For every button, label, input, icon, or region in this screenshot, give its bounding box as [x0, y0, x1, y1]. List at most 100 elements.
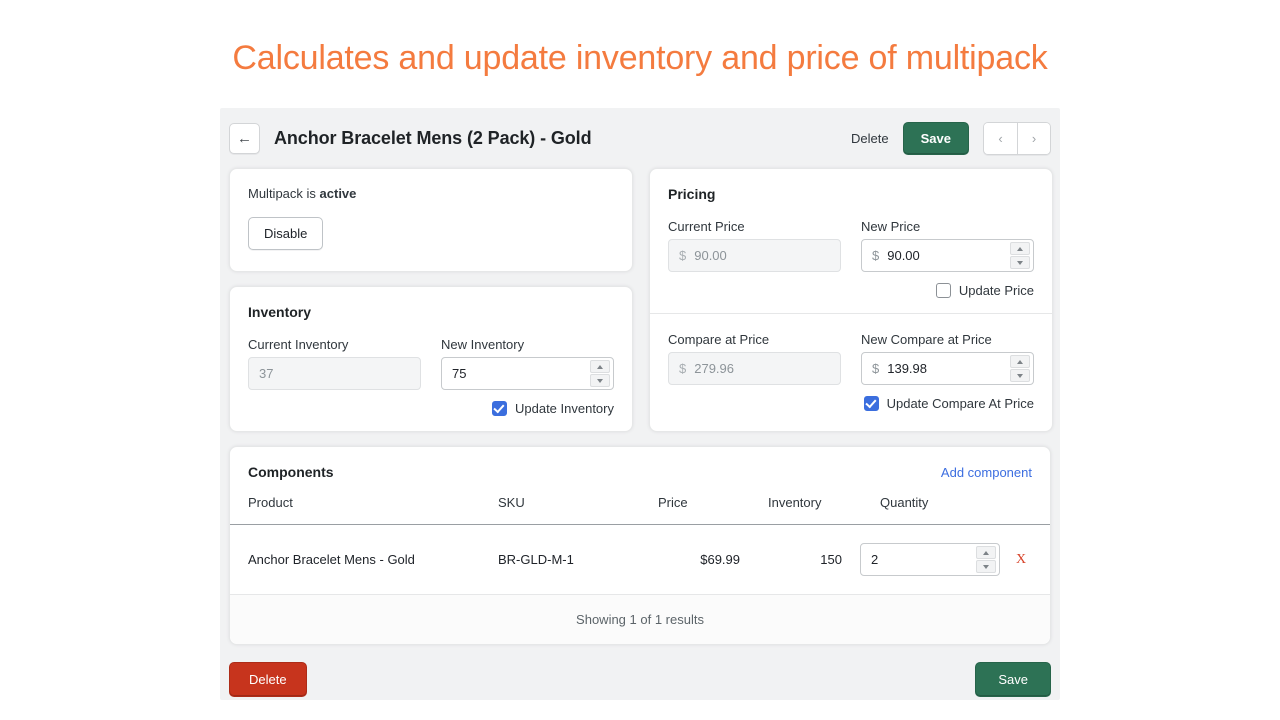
update-compare-at-price-label[interactable]: Update Compare At Price: [887, 396, 1034, 411]
delete-link-button[interactable]: Delete: [851, 131, 889, 146]
new-price-value: 90.00: [887, 248, 1007, 263]
compare-at-price-input: $ 279.96: [668, 352, 841, 385]
multipack-status-text: Multipack is active: [248, 186, 614, 201]
update-compare-at-price-checkbox-row: Update Compare At Price: [668, 396, 1034, 411]
multipack-status-card: Multipack is active Disable: [229, 168, 633, 272]
new-inventory-stepper: [590, 360, 610, 387]
left-column: Multipack is active Disable Inventory Cu…: [229, 168, 633, 432]
inventory-card: Inventory Current Inventory 37 New Inven…: [229, 286, 633, 432]
new-inventory-label: New Inventory: [441, 337, 614, 352]
update-price-checkbox-row: Update Price: [668, 283, 1034, 298]
pricing-section-compare: Compare at Price $ 279.96 New Compare at…: [650, 314, 1052, 429]
pricing-card-title: Pricing: [668, 186, 1034, 202]
new-price-input[interactable]: $ 90.00: [861, 239, 1034, 272]
stepper-up-button[interactable]: [590, 360, 610, 373]
stepper-down-button[interactable]: [1010, 256, 1030, 269]
update-inventory-checkbox[interactable]: [492, 401, 507, 416]
current-price-field: Current Price $ 90.00: [668, 219, 841, 272]
inventory-fields: Current Inventory 37 New Inventory 75: [248, 337, 614, 390]
triangle-up-icon: [1017, 247, 1023, 251]
page-heading-title: Anchor Bracelet Mens (2 Pack) - Gold: [274, 128, 591, 149]
new-price-field: New Price $ 90.00: [861, 219, 1034, 272]
compare-price-fields: Compare at Price $ 279.96 New Compare at…: [668, 332, 1034, 385]
triangle-up-icon: [983, 551, 989, 555]
save-button-footer[interactable]: Save: [975, 662, 1051, 697]
currency-prefix: $: [872, 248, 879, 263]
new-price-stepper: [1010, 242, 1030, 269]
current-inventory-value: 37: [259, 366, 410, 381]
update-compare-at-price-checkbox[interactable]: [864, 396, 879, 411]
components-title: Components: [248, 464, 334, 480]
compare-at-price-value: 279.96: [694, 361, 830, 376]
new-inventory-value: 75: [452, 366, 587, 381]
stepper-down-button[interactable]: [590, 374, 610, 387]
new-compare-at-price-input[interactable]: $ 139.98: [861, 352, 1034, 385]
save-button-top[interactable]: Save: [903, 122, 969, 155]
update-inventory-label[interactable]: Update Inventory: [515, 401, 614, 416]
disable-button[interactable]: Disable: [248, 217, 323, 250]
stepper-down-button[interactable]: [976, 560, 996, 573]
add-component-link[interactable]: Add component: [941, 465, 1032, 480]
chevron-left-icon[interactable]: ‹: [984, 123, 1017, 154]
current-inventory-label: Current Inventory: [248, 337, 421, 352]
cell-quantity: 2: [860, 525, 1010, 595]
inventory-card-title: Inventory: [248, 304, 614, 320]
components-table: Product SKU Price Inventory Quantity Anc…: [230, 480, 1050, 595]
triangle-down-icon: [1017, 261, 1023, 265]
update-price-checkbox[interactable]: [936, 283, 951, 298]
quantity-value: 2: [871, 552, 973, 567]
status-prefix: Multipack is: [248, 186, 320, 201]
currency-prefix: $: [679, 248, 686, 263]
right-column: Pricing Current Price $ 90.00 New Price: [649, 168, 1053, 432]
triangle-up-icon: [1017, 360, 1023, 364]
column-header-sku: SKU: [498, 480, 658, 525]
update-inventory-checkbox-row: Update Inventory: [248, 401, 614, 416]
topbar-actions: Delete Save ‹ ›: [851, 122, 1051, 155]
footer-actions: Delete Save: [229, 645, 1051, 697]
cell-price: $69.99: [658, 525, 768, 595]
back-button[interactable]: ←: [229, 123, 260, 154]
components-table-body: Anchor Bracelet Mens - Gold BR-GLD-M-1 $…: [230, 525, 1050, 595]
arrow-left-icon: ←: [237, 130, 252, 147]
update-price-label[interactable]: Update Price: [959, 283, 1034, 298]
quantity-input[interactable]: 2: [860, 543, 1000, 576]
multipack-editor-panel: ← Anchor Bracelet Mens (2 Pack) - Gold D…: [220, 108, 1060, 700]
column-header-product: Product: [230, 480, 498, 525]
column-header-inventory: Inventory: [768, 480, 860, 525]
record-pager: ‹ ›: [983, 122, 1051, 155]
components-card: Components Add component Product SKU Pri…: [229, 446, 1051, 645]
cell-inventory: 150: [768, 525, 860, 595]
cell-remove: X: [1010, 525, 1050, 595]
cell-sku: BR-GLD-M-1: [498, 525, 658, 595]
new-compare-at-price-stepper: [1010, 355, 1030, 382]
pricing-section-price: Pricing Current Price $ 90.00 New Price: [650, 169, 1052, 313]
new-inventory-input[interactable]: 75: [441, 357, 614, 390]
column-header-price: Price: [658, 480, 768, 525]
current-inventory-input: 37: [248, 357, 421, 390]
column-header-quantity: Quantity: [860, 480, 1010, 525]
column-header-remove: [1010, 480, 1050, 525]
new-compare-at-price-label: New Compare at Price: [861, 332, 1034, 347]
components-header: Components Add component: [230, 447, 1050, 480]
current-price-input: $ 90.00: [668, 239, 841, 272]
table-header-row: Product SKU Price Inventory Quantity: [230, 480, 1050, 525]
currency-prefix: $: [679, 361, 686, 376]
stepper-down-button[interactable]: [1010, 369, 1030, 382]
stepper-up-button[interactable]: [976, 546, 996, 559]
quantity-stepper: [976, 546, 996, 573]
chevron-right-icon[interactable]: ›: [1017, 123, 1050, 154]
results-count: Showing 1 of 1 results: [230, 595, 1050, 644]
current-price-value: 90.00: [694, 248, 830, 263]
stepper-up-button[interactable]: [1010, 242, 1030, 255]
remove-component-icon[interactable]: X: [1016, 552, 1026, 567]
delete-button-footer[interactable]: Delete: [229, 662, 307, 697]
stepper-up-button[interactable]: [1010, 355, 1030, 368]
current-inventory-field: Current Inventory 37: [248, 337, 421, 390]
content-columns: Multipack is active Disable Inventory Cu…: [229, 168, 1051, 432]
page-title: Calculates and update inventory and pric…: [0, 0, 1280, 79]
new-compare-at-price-field: New Compare at Price $ 139.98: [861, 332, 1034, 385]
new-price-label: New Price: [861, 219, 1034, 234]
price-fields: Current Price $ 90.00 New Price $ 90.00: [668, 219, 1034, 272]
triangle-down-icon: [983, 565, 989, 569]
topbar: ← Anchor Bracelet Mens (2 Pack) - Gold D…: [229, 108, 1051, 168]
